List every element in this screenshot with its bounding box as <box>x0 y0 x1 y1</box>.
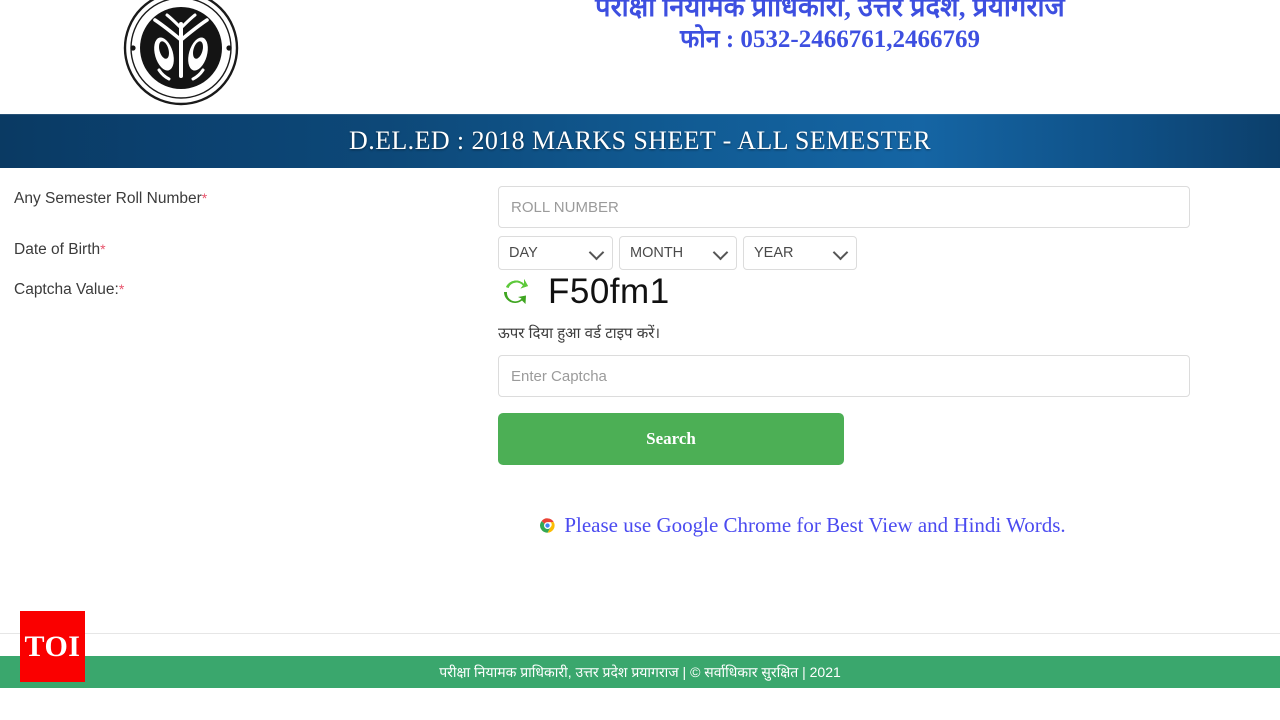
organization-name: परीक्षा नियामक प्राधिकारी, उत्तर प्रदेश,… <box>595 0 1065 22</box>
roll-number-input[interactable] <box>498 186 1190 228</box>
search-button[interactable]: Search <box>498 413 844 465</box>
chevron-down-icon <box>588 244 605 261</box>
site-header: परीक्षा नियामक प्राधिकारी उत्तर प्रदेश प… <box>0 0 1280 113</box>
page-title-banner: D.EL.ED : 2018 MARKS SHEET - ALL SEMESTE… <box>0 114 1280 168</box>
search-form: Any Semester Roll Number* Date of Birth*… <box>0 168 1280 633</box>
label-roll-number: Any Semester Roll Number* <box>14 190 207 208</box>
captcha-display-row: F50fm1 <box>498 274 670 309</box>
dob-day-value: DAY <box>509 245 538 261</box>
date-of-birth-row: DAY MONTH YEAR <box>498 236 857 270</box>
chrome-notice-text: Please use Google Chrome for Best View a… <box>564 513 1066 537</box>
up-exam-authority-seal-icon: परीक्षा नियामक प्राधिकारी उत्तर प्रदेश <box>117 0 245 112</box>
label-roll-number-text: Any Semester Roll Number <box>14 190 202 207</box>
chrome-notice: Please use Google Chrome for Best View a… <box>457 513 1149 538</box>
page-title: D.EL.ED : 2018 MARKS SHEET - ALL SEMESTE… <box>349 126 931 155</box>
captcha-hint: ऊपर दिया हुआ वर्ड टाइप करें। <box>498 325 661 342</box>
label-captcha-value-text: Captcha Value: <box>14 281 119 298</box>
refresh-icon[interactable] <box>498 276 532 308</box>
required-asterisk: * <box>118 281 125 297</box>
footer-divider <box>0 633 1280 634</box>
organization-phone: फोन : 0532-2466761,2466769 <box>679 26 981 53</box>
dob-year-select[interactable]: YEAR <box>743 236 857 270</box>
header-title-block: परीक्षा नियामक प्राधिकारी, उत्तर प्रदेश,… <box>480 0 1180 56</box>
chevron-down-icon <box>712 244 729 261</box>
chrome-icon <box>540 518 555 533</box>
chevron-down-icon <box>832 244 849 261</box>
captcha-code: F50fm1 <box>548 272 670 311</box>
footer-bar: परीक्षा नियामक प्राधिकारी, उत्तर प्रदेश … <box>0 656 1280 688</box>
required-asterisk: * <box>201 190 208 206</box>
toi-watermark-label: TOI <box>24 629 81 663</box>
dob-month-select[interactable]: MONTH <box>619 236 737 270</box>
dob-month-value: MONTH <box>630 245 684 261</box>
dob-year-value: YEAR <box>754 245 794 261</box>
toi-watermark: TOI <box>20 611 85 682</box>
label-captcha-value: Captcha Value:* <box>14 281 124 299</box>
dob-day-select[interactable]: DAY <box>498 236 613 270</box>
captcha-input[interactable] <box>498 355 1190 397</box>
label-date-of-birth-text: Date of Birth <box>14 241 101 258</box>
footer-text: परीक्षा नियामक प्राधिकारी, उत्तर प्रदेश … <box>439 663 841 680</box>
required-asterisk: * <box>100 241 106 257</box>
label-date-of-birth: Date of Birth* <box>14 241 106 259</box>
